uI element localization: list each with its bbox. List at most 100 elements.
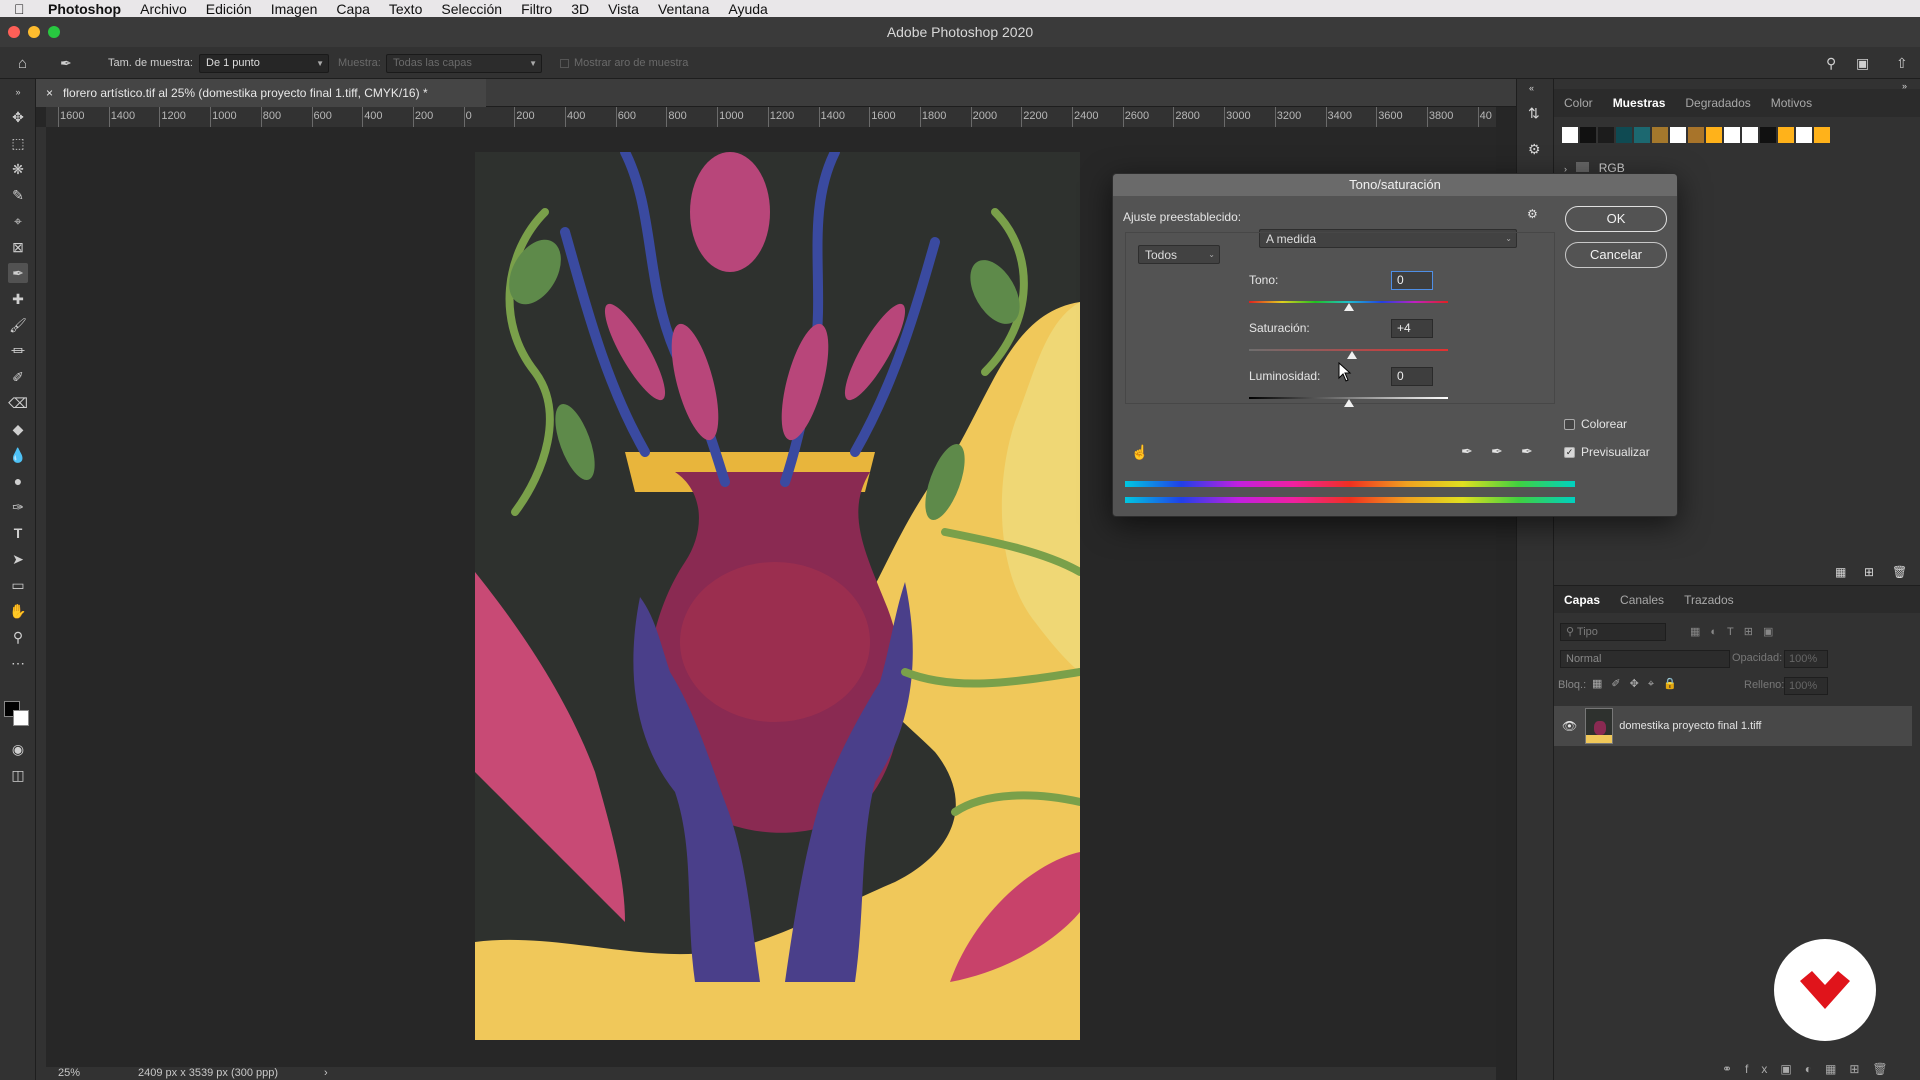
blend-mode-dropdown[interactable]: Normal	[1560, 650, 1730, 668]
gear-icon[interactable]: ⚙	[1527, 207, 1538, 221]
history-brush-icon[interactable]: ✐	[8, 367, 28, 387]
share-icon[interactable]: ⇧	[1896, 47, 1908, 79]
color-swatch[interactable]	[1562, 127, 1578, 143]
layer-filter-dropdown[interactable]: ⚲ Tipo	[1560, 623, 1666, 641]
menu-capa[interactable]: Capa	[336, 1, 369, 17]
pen-tool-icon[interactable]: ✑	[8, 497, 28, 517]
tab-color[interactable]: Color	[1554, 96, 1603, 110]
color-swatch[interactable]	[1778, 127, 1794, 143]
trash-icon[interactable]: 🗑	[1892, 565, 1907, 579]
color-swatch[interactable]	[1670, 127, 1686, 143]
eyedropper-icon[interactable]: ✒	[1461, 443, 1473, 460]
layer-row[interactable]: 👁 domestika proyecto final 1.tiff	[1554, 706, 1912, 746]
properties-panel-icon[interactable]: ⚙	[1528, 141, 1541, 158]
eye-icon[interactable]: 👁	[1562, 719, 1577, 733]
show-ring-checkbox[interactable]: Mostrar aro de muestra	[560, 47, 688, 79]
eyedropper-icon[interactable]: ✒	[60, 47, 72, 79]
opacity-field[interactable]: 100%	[1784, 650, 1828, 668]
screen-mode-icon[interactable]: ◫	[8, 765, 28, 785]
document-tab[interactable]: × florero artístico.tif al 25% (domestik…	[36, 79, 486, 107]
hand-tool-icon[interactable]: ✋	[8, 601, 28, 621]
lightness-field[interactable]: 0	[1391, 367, 1433, 386]
crop-tool-icon[interactable]: ⌖	[8, 211, 28, 231]
new-swatch-icon[interactable]: ⊞	[1864, 565, 1874, 579]
layer-footer-icons[interactable]: ⚭fx▣◐▦⊞🗑	[1722, 1062, 1901, 1076]
quick-select-tool-icon[interactable]: ✎	[8, 185, 28, 205]
menu-texto[interactable]: Texto	[389, 1, 422, 17]
lightness-slider-thumb[interactable]	[1343, 399, 1354, 407]
blur-tool-icon[interactable]: 💧	[8, 445, 28, 465]
lock-icons[interactable]: ▦✐✥⌖🔒	[1592, 677, 1686, 691]
color-swatch[interactable]	[1814, 127, 1830, 143]
targeted-adjustment-icon[interactable]: ☝	[1131, 444, 1148, 461]
menu-filtro[interactable]: Filtro	[521, 1, 552, 17]
ok-button[interactable]: OK	[1565, 206, 1667, 232]
colorize-checkbox[interactable]	[1564, 419, 1575, 430]
hue-slider-thumb[interactable]	[1343, 303, 1354, 311]
workspace-icon[interactable]: ▣	[1856, 47, 1869, 79]
menu-ayuda[interactable]: Ayuda	[728, 1, 767, 17]
menu-3d[interactable]: 3D	[571, 1, 589, 17]
saturation-field[interactable]: +4	[1391, 319, 1433, 338]
fill-field[interactable]: 100%	[1784, 677, 1828, 695]
menu-archivo[interactable]: Archivo	[140, 1, 187, 17]
apple-icon[interactable]: 	[14, 1, 32, 17]
color-swatch[interactable]	[1760, 127, 1776, 143]
quick-mask-icon[interactable]: ◉	[8, 739, 28, 759]
color-swatch[interactable]	[1634, 127, 1650, 143]
new-folder-icon[interactable]: ▦	[1835, 565, 1846, 579]
paint-bucket-icon[interactable]: ◆	[8, 419, 28, 439]
stamp-tool-icon[interactable]: ⏛	[8, 341, 28, 361]
color-swatch[interactable]	[1580, 127, 1596, 143]
lasso-tool-icon[interactable]: ❋	[8, 159, 28, 179]
eyedropper-plus-icon[interactable]: ✒	[1491, 443, 1503, 460]
menu-edicion[interactable]: Edición	[206, 1, 252, 17]
history-panel-icon[interactable]: ⇅	[1528, 105, 1540, 122]
menu-seleccion[interactable]: Selección	[441, 1, 502, 17]
tab-channels[interactable]: Canales	[1610, 593, 1674, 607]
type-tool-icon[interactable]: T	[8, 523, 28, 543]
close-window-button[interactable]	[8, 26, 20, 38]
rectangle-tool-icon[interactable]: ▭	[8, 575, 28, 595]
frame-tool-icon[interactable]: ⊠	[8, 237, 28, 257]
menu-vista[interactable]: Vista	[608, 1, 639, 17]
hue-field[interactable]: 0	[1391, 271, 1433, 290]
sample-size-dropdown[interactable]: De 1 punto ▼	[199, 53, 329, 73]
color-swatch[interactable]	[1598, 127, 1614, 143]
brush-tool-icon[interactable]: 🖌	[8, 315, 28, 335]
cancel-button[interactable]: Cancelar	[1565, 242, 1667, 268]
preview-checkbox[interactable]: ✓	[1564, 447, 1575, 458]
tab-patterns[interactable]: Motivos	[1761, 96, 1822, 110]
close-tab-icon[interactable]: ×	[46, 86, 53, 100]
sample-dropdown[interactable]: Todas las capas ▼	[386, 53, 542, 73]
menu-ventana[interactable]: Ventana	[658, 1, 709, 17]
background-color[interactable]	[13, 710, 29, 726]
home-icon[interactable]: ⌂	[18, 47, 27, 79]
channel-dropdown[interactable]: Todos ⌄	[1138, 245, 1220, 264]
layer-filter-icons[interactable]: ▦◐T⊞▣	[1690, 625, 1783, 638]
path-select-icon[interactable]: ➤	[8, 549, 28, 569]
chevron-right-icon[interactable]: ›	[324, 1067, 328, 1079]
tab-swatches[interactable]: Muestras	[1603, 96, 1676, 110]
tab-paths[interactable]: Trazados	[1674, 593, 1744, 607]
color-swatch[interactable]	[1724, 127, 1740, 143]
more-tools-icon[interactable]: ⋯	[8, 653, 28, 673]
color-swatch[interactable]	[1742, 127, 1758, 143]
eyedropper-tool-icon[interactable]: ✒	[8, 263, 28, 283]
collapse-icon[interactable]: «	[1529, 83, 1534, 93]
search-icon[interactable]: ⚲	[1826, 47, 1836, 79]
menu-imagen[interactable]: Imagen	[271, 1, 318, 17]
color-swatch[interactable]	[1652, 127, 1668, 143]
zoom-level[interactable]: 25%	[58, 1067, 80, 1079]
marquee-tool-icon[interactable]: ⬚	[8, 133, 28, 153]
eraser-tool-icon[interactable]: ⌫	[8, 393, 28, 413]
color-swatch[interactable]	[1616, 127, 1632, 143]
eyedropper-minus-icon[interactable]: ✒	[1521, 443, 1533, 460]
minimize-window-button[interactable]	[28, 26, 40, 38]
artwork-image[interactable]	[475, 152, 1080, 1040]
zoom-tool-icon[interactable]: ⚲	[8, 627, 28, 647]
color-swatch[interactable]	[1688, 127, 1704, 143]
move-tool-icon[interactable]: ✥	[8, 107, 28, 127]
healing-tool-icon[interactable]: ✚	[8, 289, 28, 309]
saturation-slider-thumb[interactable]	[1347, 351, 1358, 359]
